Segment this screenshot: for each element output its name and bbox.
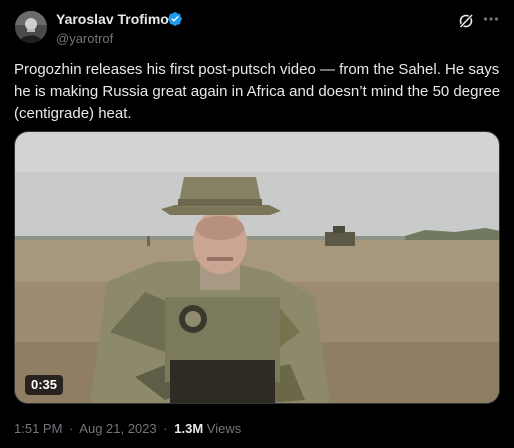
author-handle[interactable]: @yarotrof [56,31,113,46]
tweet-date[interactable]: Aug 21, 2023 [79,421,156,436]
separator-dot: · [69,421,74,436]
video-duration: 0:35 [25,375,64,395]
video-player[interactable]: 0:35 [14,131,500,404]
views-count[interactable]: 1.3M [174,421,203,436]
tweet-meta: 1:51 PM · Aug 21, 2023 · 1.3M Views [14,421,241,436]
separator-dot: · [163,421,168,436]
views-label: Views [206,421,242,436]
tweet-text: Progozhin releases his first post-putsch… [14,61,501,122]
more-horizontal-icon[interactable] [482,11,500,27]
tweet-time[interactable]: 1:51 PM [14,421,62,436]
author-name[interactable]: Yaroslav Trofimov [56,11,177,27]
avatar[interactable] [15,11,47,43]
verified-badge-icon [167,11,183,27]
grok-icon[interactable] [458,13,474,29]
video-thumbnail [15,132,499,403]
